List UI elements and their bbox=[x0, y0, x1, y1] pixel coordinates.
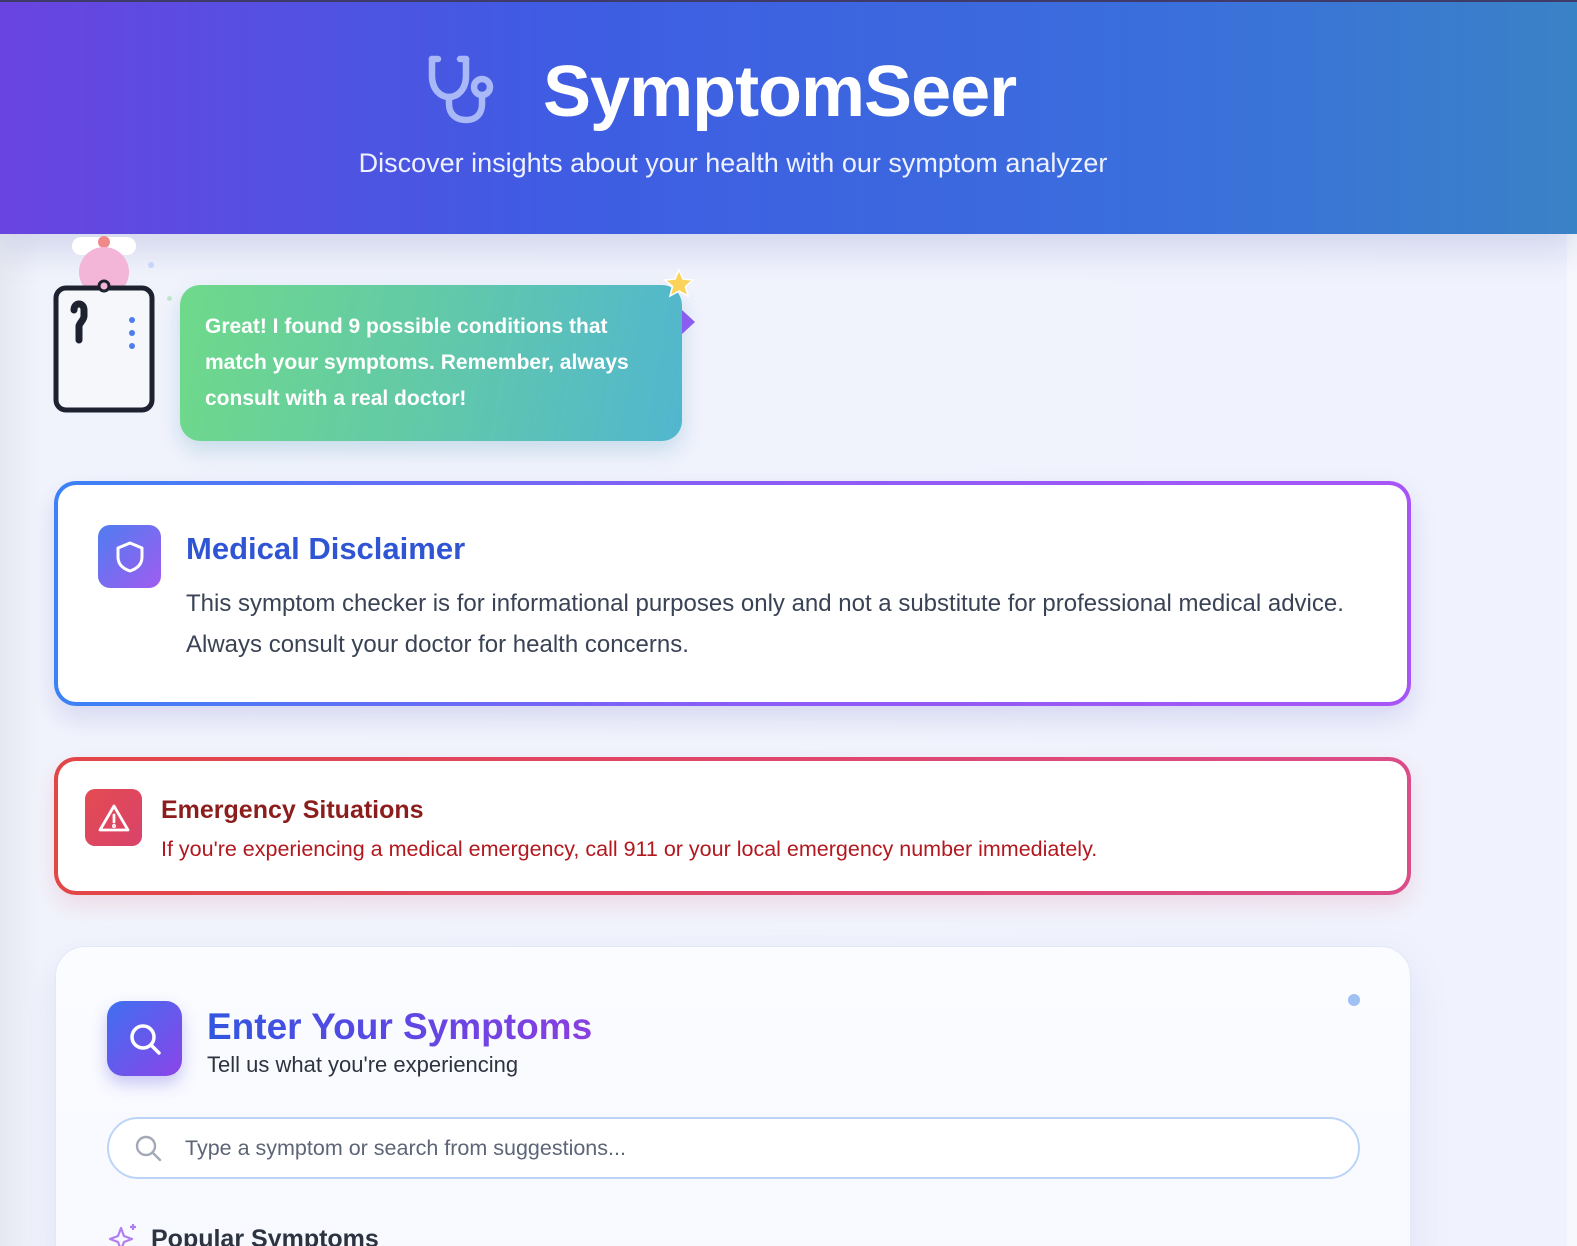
symptoms-title: Enter Your Symptoms bbox=[207, 1004, 592, 1050]
warning-icon bbox=[85, 789, 142, 846]
decor-dot bbox=[167, 296, 172, 301]
search-icon bbox=[107, 1001, 182, 1076]
doctor-mascot bbox=[53, 236, 155, 413]
app-title: SymptomSeer bbox=[543, 52, 1017, 132]
medical-disclaimer-body: Medical Disclaimer This symptom checker … bbox=[58, 485, 1407, 702]
app-header: SymptomSeer Discover insights about your… bbox=[0, 0, 1577, 234]
symptom-search-input[interactable] bbox=[185, 1135, 1285, 1161]
header-top-border bbox=[0, 0, 1577, 2]
assistant-message: Great! I found 9 possible conditions tha… bbox=[205, 315, 629, 410]
stethoscope-icon bbox=[428, 55, 494, 124]
medical-disclaimer-card: Medical Disclaimer This symptom checker … bbox=[54, 481, 1411, 706]
symptoms-card: Enter Your Symptoms Tell us what you're … bbox=[55, 946, 1411, 1246]
sparkle-icon bbox=[108, 1224, 136, 1246]
emergency-title: Emergency Situations bbox=[161, 796, 424, 824]
speech-bubble-tail bbox=[682, 310, 695, 334]
decor-dot bbox=[1348, 994, 1360, 1006]
emergency-text: If you're experiencing a medical emergen… bbox=[161, 837, 1098, 861]
page-scroll-gutter bbox=[1567, 234, 1577, 1246]
star-icon bbox=[663, 268, 695, 298]
symptom-search-box[interactable] bbox=[107, 1117, 1360, 1179]
shield-icon bbox=[98, 525, 161, 588]
popular-symptoms-heading: Popular Symptoms bbox=[151, 1225, 379, 1246]
symptoms-subtitle: Tell us what you're experiencing bbox=[207, 1052, 519, 1077]
disclaimer-text: This symptom checker is for informationa… bbox=[186, 590, 1344, 658]
decor-dot bbox=[148, 262, 154, 268]
assistant-speech-bubble: Great! I found 9 possible conditions tha… bbox=[180, 285, 682, 441]
emergency-body: Emergency Situations If you're experienc… bbox=[58, 761, 1407, 891]
search-icon bbox=[135, 1135, 162, 1162]
app-subtitle: Discover insights about your health with… bbox=[358, 148, 1108, 178]
disclaimer-title: Medical Disclaimer bbox=[186, 531, 466, 566]
emergency-card: Emergency Situations If you're experienc… bbox=[54, 757, 1411, 895]
